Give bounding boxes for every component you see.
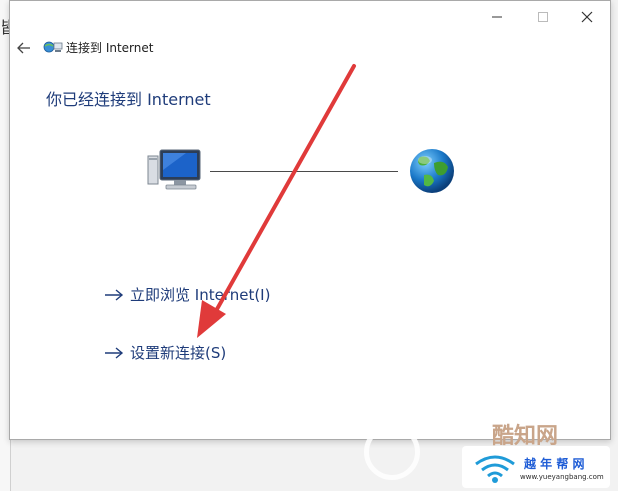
browse-internet-link[interactable]: 立即浏览 Internet(I) <box>104 284 270 305</box>
back-button[interactable] <box>12 37 36 59</box>
watermark-badge <box>462 446 610 488</box>
right-arrow-icon <box>105 346 124 359</box>
browse-internet-label: 立即浏览 Internet(I) <box>130 286 271 304</box>
connect-to-internet-window: 连接到 Internet 你已经连接到 Internet 立即浏览 Intern… <box>9 0 611 440</box>
connection-line <box>210 171 398 172</box>
maximize-button[interactable] <box>520 3 566 31</box>
wifi-icon <box>475 455 515 483</box>
right-arrow-icon <box>105 288 124 301</box>
maximize-icon <box>538 12 548 22</box>
close-icon <box>581 11 593 23</box>
watermark-url: www.yueyangbang.com <box>520 473 604 481</box>
minimize-icon <box>492 16 502 18</box>
internet-globe-icon <box>410 149 454 193</box>
title-bar <box>10 1 610 33</box>
back-arrow-icon <box>17 42 30 54</box>
close-button[interactable] <box>564 3 610 31</box>
navigation-bar: 连接到 Internet <box>10 33 610 61</box>
setup-new-connection-label: 设置新连接(S) <box>130 344 227 362</box>
minimize-button[interactable] <box>474 3 520 31</box>
computer-icon <box>147 149 201 190</box>
watermark-text-yueyang: 越 年 帮 网 <box>524 457 585 471</box>
connection-status-heading: 你已经连接到 Internet <box>46 90 211 109</box>
setup-new-connection-link[interactable]: 设置新连接(S) <box>104 342 226 363</box>
window-title: 连接到 Internet <box>66 41 154 55</box>
network-connection-icon <box>43 41 63 53</box>
